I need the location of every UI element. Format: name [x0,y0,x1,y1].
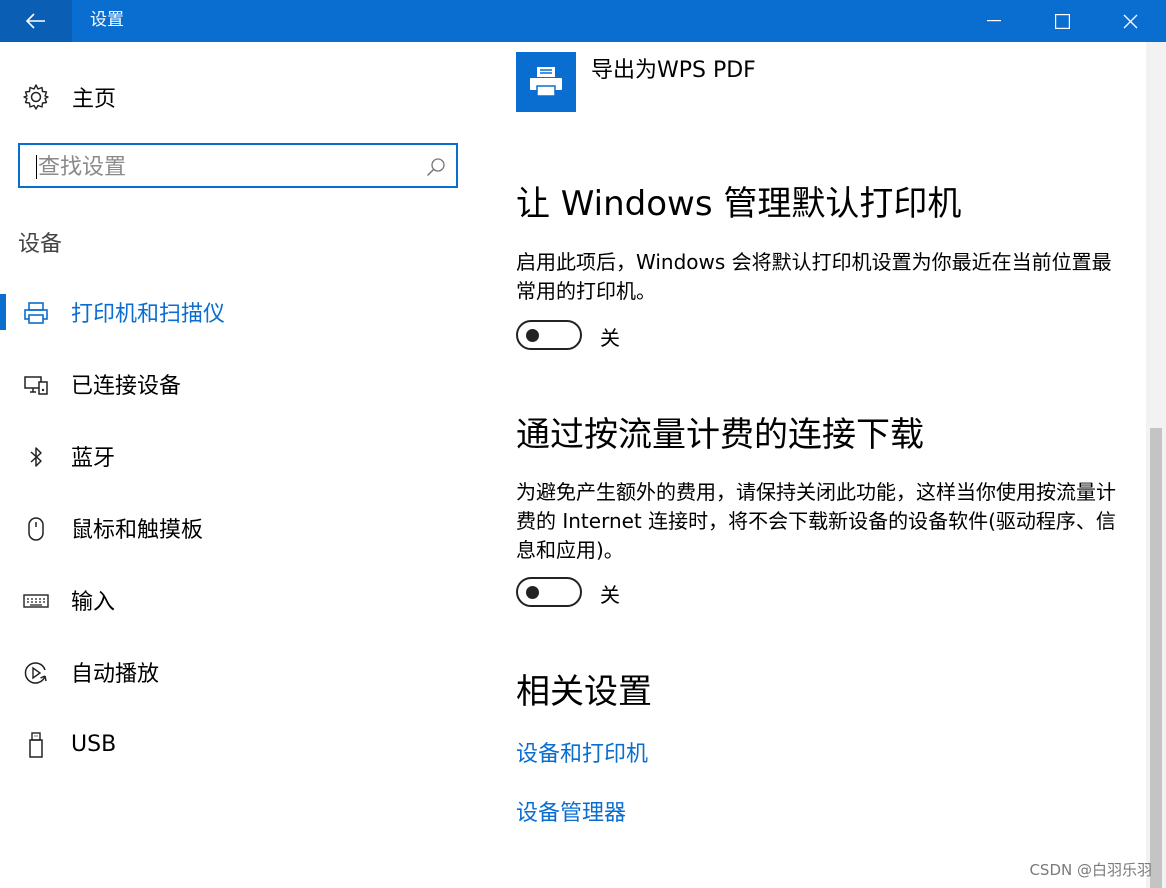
back-arrow-icon [26,13,45,29]
related-settings-heading: 相关设置 [516,672,652,712]
default-printer-heading: 让 Windows 管理默认打印机 [516,184,962,224]
minimize-button[interactable] [960,0,1028,42]
sidebar-item-label: 自动播放 [71,662,160,687]
default-printer-toggle[interactable] [516,320,582,350]
sidebar-item-label: USB [71,731,117,757]
metered-download-description: 为避免产生额外的费用，请保持关闭此功能，这样当你使用按流量计费的 Interne… [516,480,1116,562]
sidebar-item-label: 打印机和扫描仪 [71,302,226,327]
text-caret [36,155,37,179]
toggle-knob [526,329,539,342]
devices-and-printers-link[interactable]: 设备和打印机 [516,736,648,768]
close-button[interactable] [1096,0,1164,42]
printer-icon [530,67,562,97]
sidebar-item-label: 蓝牙 [71,446,116,471]
connected-devices-icon [22,372,50,398]
window-title: 设置 [90,10,124,30]
watermark: CSDN @白羽乐羽 [1029,861,1152,879]
home-nav-item[interactable]: 主页 [22,80,116,114]
sidebar-item-typing[interactable]: 输入 [0,578,470,622]
scrollbar-thumb[interactable] [1150,428,1162,888]
sidebar-item-label: 已连接设备 [71,374,182,399]
metered-download-heading: 通过按流量计费的连接下载 [516,415,924,455]
default-printer-description: 启用此项后，Windows 会将默认打印机设置为你最近在当前位置最常用的打印机。 [516,250,1112,303]
sidebar-item-bluetooth[interactable]: 蓝牙 [0,434,470,478]
usb-icon [22,732,50,758]
back-button[interactable] [0,0,72,42]
sidebar-item-label: 输入 [71,590,116,615]
title-bar: 设置 [0,0,1166,42]
sidebar-item-label: 鼠标和触摸板 [71,518,204,543]
gear-icon [23,84,49,110]
home-label: 主页 [72,87,117,112]
mouse-icon [22,516,50,542]
search-input[interactable] [36,151,420,183]
toggle-knob [526,586,539,599]
printer-name[interactable]: 导出为WPS PDF [591,52,756,84]
section-label-devices: 设备 [18,232,63,257]
search-box[interactable] [18,143,458,188]
device-manager-link[interactable]: 设备管理器 [516,795,626,827]
search-icon[interactable] [426,157,446,177]
sidebar-item-usb[interactable]: USB [0,722,470,766]
minimize-icon [987,20,1001,22]
sidebar-item-connected-devices[interactable]: 已连接设备 [0,362,470,406]
metered-download-toggle-label: 关 [600,583,620,607]
printer-icon [22,300,50,326]
keyboard-icon [22,588,50,614]
maximize-button[interactable] [1028,0,1096,42]
bluetooth-icon [22,444,50,470]
default-printer-toggle-label: 关 [600,326,620,350]
close-icon [1123,14,1137,28]
sidebar-item-printers[interactable]: 打印机和扫描仪 [0,290,470,334]
sidebar-item-mouse[interactable]: 鼠标和触摸板 [0,506,470,550]
printer-tile[interactable] [516,52,576,112]
maximize-icon [1054,13,1070,29]
autoplay-icon [22,660,50,686]
metered-download-toggle[interactable] [516,577,582,607]
sidebar-item-autoplay[interactable]: 自动播放 [0,650,470,694]
